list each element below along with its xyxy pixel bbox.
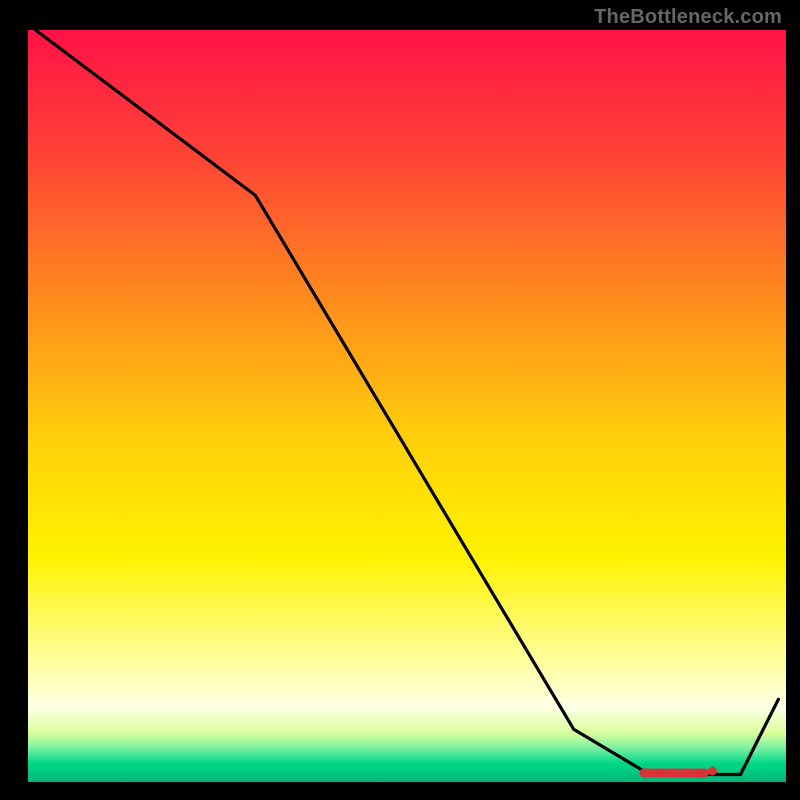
bottleneck-chart (0, 0, 800, 800)
watermark-text: TheBottleneck.com (594, 6, 782, 29)
plot-area (28, 30, 786, 782)
optimal-marker (691, 768, 709, 777)
optimal-marker-tail (708, 767, 717, 776)
chart-stage: TheBottleneck.com (0, 0, 800, 800)
